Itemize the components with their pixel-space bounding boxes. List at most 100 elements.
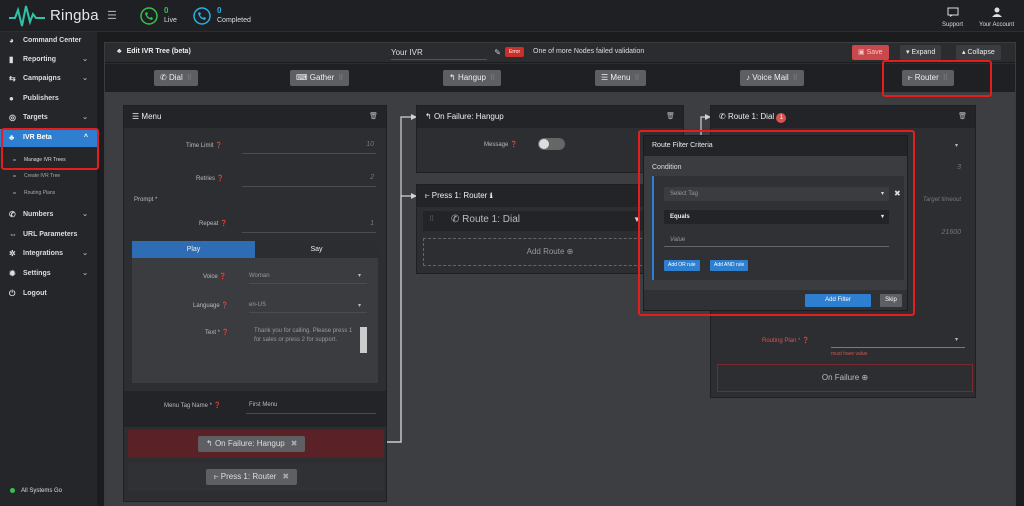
tree-name-input[interactable]: Your IVR ✎: [391, 46, 501, 60]
retries-input[interactable]: 2: [274, 174, 374, 181]
on-failure-hangup-pill[interactable]: ↰ On Failure: Hangup ✖: [198, 436, 306, 452]
sidebar-item-url-parameters[interactable]: ⇔ URL Parameters: [0, 226, 97, 244]
sidebar-sub-create-ivr-tree[interactable]: Create IVR Tree: [0, 169, 97, 183]
save-button[interactable]: ▣ Save: [852, 45, 889, 60]
trash-icon[interactable]: 🗑: [958, 106, 967, 128]
palette-voice-mail[interactable]: ♪ Voice Mail ⠿: [740, 70, 804, 86]
message-toggle[interactable]: [538, 138, 565, 150]
ringba-wave-icon: [9, 5, 45, 27]
chevron-up-icon: ^: [83, 134, 88, 141]
sidebar-sub-manage-ivr-trees[interactable]: Manage IVR Trees: [0, 153, 97, 167]
palette-router[interactable]: ⥼ Router ⠿: [902, 70, 954, 86]
condition-label: Condition: [652, 164, 682, 171]
sidebar-item-reporting[interactable]: ▮ Reporting ⌄: [0, 51, 97, 69]
modal-footer: Add Filter Skip: [644, 290, 907, 310]
phone-icon: ✆: [160, 73, 169, 82]
palette-menu[interactable]: ☰ Menu ⠿: [595, 70, 646, 86]
close-icon[interactable]: ✖: [291, 439, 298, 448]
menu-node[interactable]: ☰ Menu 🗑 Time Limit ❓ 10 Retries ❓ 2 Prom…: [123, 105, 387, 502]
editor-title: ♣ Edit IVR Tree (beta): [117, 48, 191, 55]
brand-name: Ringba: [50, 7, 99, 24]
drag-handle-icon[interactable]: ⠿: [429, 215, 434, 223]
support-link[interactable]: Support: [942, 6, 963, 28]
sidebar-item-integrations[interactable]: ✲ Integrations ⌄: [0, 245, 97, 263]
sidebar-item-campaigns[interactable]: ⇆ Campaigns ⌄: [0, 70, 97, 88]
router-icon: ⥼: [908, 73, 915, 82]
tag-name-input[interactable]: First Menu: [249, 402, 277, 408]
prompt-label: Prompt *: [134, 197, 158, 203]
text-label: Text * ❓: [205, 330, 230, 336]
ringba-logo[interactable]: Ringba: [8, 4, 99, 28]
sidebar-item-ivr-beta[interactable]: ♣ IVR Beta ^: [0, 129, 97, 147]
operator-dropdown[interactable]: Equals ▾: [664, 210, 889, 224]
text-textarea[interactable]: Thank you for calling. Please press 1 fo…: [254, 327, 358, 345]
hangup-icon: ↰: [425, 112, 434, 121]
dial-node-header: ✆ Route 1: Dial 1 🗑: [711, 106, 975, 128]
voice-select[interactable]: Woman: [249, 273, 270, 279]
dial-field-3[interactable]: 3: [911, 164, 961, 171]
trash-icon[interactable]: 🗑: [666, 106, 675, 128]
router-icon: ⥼: [425, 191, 432, 200]
completed-label: Completed: [217, 17, 251, 24]
sidebar-item-command-center[interactable]: ◕ Command Center: [0, 32, 97, 50]
drag-handle-icon[interactable]: ⠿: [793, 75, 798, 82]
sidebar-item-settings[interactable]: ✹ Settings ⌄: [0, 265, 97, 283]
user-icon: [991, 7, 1002, 17]
select-tag-dropdown[interactable]: Select Tag ▾: [664, 187, 889, 201]
press1-router-pill[interactable]: ⥼ Press 1: Router ✖: [206, 469, 298, 485]
drag-handle-icon[interactable]: ⠿: [634, 75, 639, 82]
route-1-dial-row[interactable]: ⠿ ✆ Route 1: Dial ▼: [423, 211, 677, 231]
chevron-down-icon: ⌄: [82, 56, 88, 63]
sidebar-item-logout[interactable]: ⏻ Logout: [0, 285, 97, 303]
on-failure-slot[interactable]: ↰ On Failure: Hangup ✖: [128, 430, 384, 458]
press1-slot[interactable]: ⥼ Press 1: Router ✖: [128, 463, 384, 491]
dial-field-21600[interactable]: 21600: [911, 229, 961, 236]
value-input[interactable]: Value: [664, 233, 889, 247]
tab-say[interactable]: Say: [255, 241, 378, 258]
drag-handle-icon[interactable]: ⠿: [490, 75, 495, 82]
chevron-down-icon: ⌄: [82, 211, 88, 218]
editor-header: ♣ Edit IVR Tree (beta) Your IVR ✎ Error On…: [105, 43, 1015, 63]
trash-icon[interactable]: 🗑: [369, 106, 378, 128]
condition-group: Select Tag ▾ ✖ Equals ▾ Value Add OR rule …: [652, 176, 904, 280]
time-limit-input[interactable]: 10: [274, 141, 374, 148]
dial-on-failure-slot[interactable]: On Failure ⊕: [717, 364, 973, 392]
expand-button[interactable]: ▾ Expand: [900, 45, 942, 60]
remove-rule-icon[interactable]: ✖: [894, 189, 901, 198]
add-route-button[interactable]: Add Route ⊕: [423, 238, 677, 266]
textarea-scrollbar[interactable]: [360, 327, 367, 353]
sidebar-item-numbers[interactable]: ✆ Numbers ⌄: [0, 206, 97, 224]
add-and-rule-button[interactable]: Add AND rule: [710, 260, 749, 271]
sidebar-sub-routing-plans[interactable]: Routing Plans: [0, 186, 97, 200]
palette-hangup[interactable]: ↰ Hangup ⠿: [443, 70, 502, 86]
dashboard-icon: ◕: [9, 36, 14, 45]
tab-play[interactable]: Play: [132, 241, 255, 258]
repeat-input[interactable]: 1: [274, 220, 374, 227]
palette-dial[interactable]: ✆ Dial ⠿: [154, 70, 198, 86]
sidebar-item-targets[interactable]: ◎ Targets ⌄: [0, 109, 97, 127]
menu-toggle-icon[interactable]: ☰: [107, 9, 117, 22]
support-icon: [947, 7, 958, 17]
drag-handle-icon[interactable]: ⠿: [943, 75, 948, 82]
account-link[interactable]: Your Account: [979, 6, 1014, 28]
language-select[interactable]: en-US: [249, 302, 266, 308]
route-filter-modal: Route Filter Criteria Condition Select T…: [643, 135, 908, 311]
add-or-rule-button[interactable]: Add OR rule: [664, 260, 700, 271]
close-icon[interactable]: ✖: [282, 472, 289, 481]
error-count-badge: 1: [776, 113, 787, 123]
palette-gather[interactable]: ⌨ Gather ⠿: [290, 70, 350, 86]
sidebar-item-publishers[interactable]: ● Publishers: [0, 90, 97, 108]
power-icon: ⏻: [9, 289, 16, 298]
completed-phone-icon: [193, 7, 211, 25]
add-filter-button[interactable]: Add Filter: [805, 294, 871, 307]
live-phone-icon: [140, 7, 158, 25]
skip-button[interactable]: Skip: [880, 294, 902, 307]
drag-handle-icon[interactable]: ⠿: [187, 75, 192, 82]
pencil-icon[interactable]: ✎: [494, 46, 501, 60]
drag-handle-icon[interactable]: ⠿: [338, 75, 343, 82]
live-label: Live: [164, 17, 177, 24]
filter-icon[interactable]: ▼: [633, 215, 641, 224]
info-icon: ℹ: [489, 191, 493, 200]
support-label: Support: [942, 22, 964, 28]
collapse-button[interactable]: ▴ Collapse: [956, 45, 1001, 60]
